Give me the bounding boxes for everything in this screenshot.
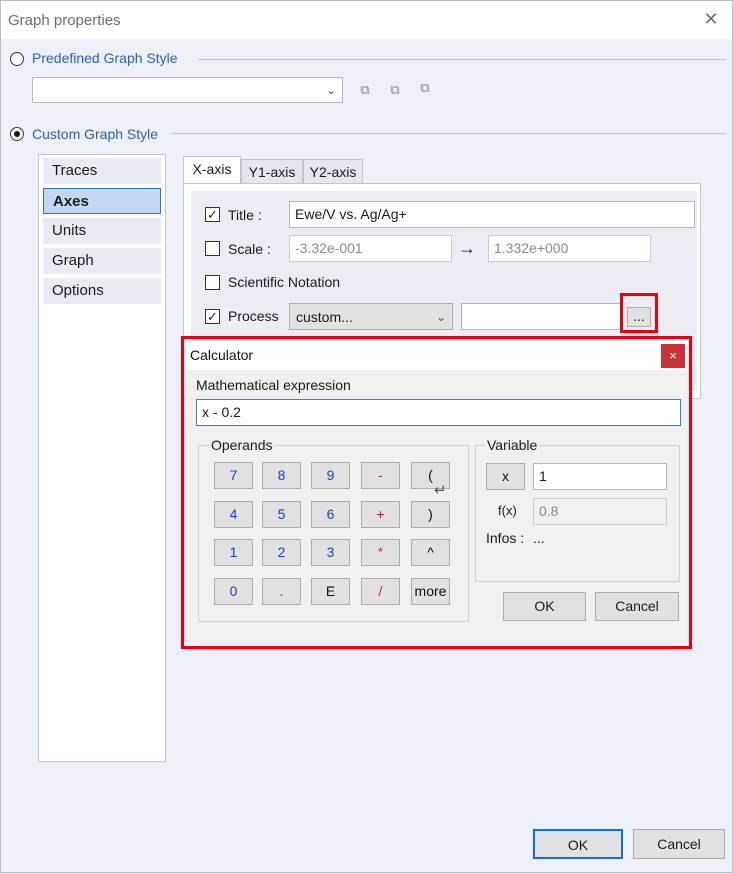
expression-input[interactable]: x - 0.2 bbox=[196, 399, 681, 426]
button-label: Cancel bbox=[657, 836, 701, 852]
scale-min-input[interactable]: -3.32e-001 bbox=[289, 235, 452, 262]
nav-item-label: Traces bbox=[52, 162, 98, 179]
custom-style-radio[interactable] bbox=[10, 127, 24, 141]
infos-label: Infos : bbox=[486, 530, 525, 546]
key-6[interactable]: 6 bbox=[311, 501, 350, 528]
key-multiply[interactable]: * bbox=[361, 539, 400, 566]
key-exponent[interactable]: E bbox=[311, 578, 350, 605]
scientific-notation-label: Scientific Notation bbox=[228, 274, 341, 290]
process-expression-input[interactable] bbox=[461, 303, 623, 330]
key-9[interactable]: 9 bbox=[311, 462, 350, 489]
key-more[interactable]: more bbox=[411, 578, 450, 605]
key-decimal[interactable]: . bbox=[262, 578, 301, 605]
title-checkbox[interactable]: ✓ bbox=[205, 207, 220, 222]
enter-icon: ↵ bbox=[434, 482, 447, 499]
key-5[interactable]: 5 bbox=[262, 501, 301, 528]
scale-max-input[interactable]: 1.332e+000 bbox=[488, 235, 651, 262]
key-0[interactable]: 0 bbox=[214, 578, 253, 605]
expression-label: Mathematical expression bbox=[196, 377, 351, 393]
nav-item-graph[interactable]: Graph bbox=[43, 248, 161, 274]
variable-value-input[interactable]: 1 bbox=[533, 463, 667, 490]
key-minus[interactable]: - bbox=[361, 462, 400, 489]
separator-line bbox=[171, 133, 726, 134]
key-close-paren[interactable]: ) bbox=[411, 501, 450, 528]
scale-label: Scale : bbox=[228, 241, 271, 257]
tab-label: Y1-axis bbox=[248, 164, 296, 180]
apply-style-icon[interactable]: ⧉ bbox=[415, 79, 435, 97]
nav-item-label: Options bbox=[52, 282, 104, 299]
nav-item-traces[interactable]: Traces bbox=[43, 158, 161, 184]
fx-value-field: 0.8 bbox=[533, 498, 667, 525]
scale-checkbox[interactable] bbox=[205, 241, 220, 256]
ok-button[interactable]: OK bbox=[533, 829, 623, 859]
arrow-right-icon: → bbox=[458, 238, 476, 258]
key-2[interactable]: 2 bbox=[262, 539, 301, 566]
key-plus[interactable]: + bbox=[361, 501, 400, 528]
operands-label: Operands bbox=[209, 437, 275, 453]
separator-line bbox=[198, 59, 726, 60]
check-icon: ✓ bbox=[207, 309, 218, 324]
key-7[interactable]: 7 bbox=[214, 462, 253, 489]
variable-x-button[interactable]: x bbox=[486, 463, 525, 490]
button-label: OK bbox=[567, 837, 589, 853]
key-8[interactable]: 8 bbox=[262, 462, 301, 489]
calculator-dialog: Calculator × Mathematical expression x -… bbox=[185, 340, 688, 645]
tab-y2-axis[interactable]: Y2-axis bbox=[303, 159, 363, 184]
cancel-button[interactable]: Cancel bbox=[633, 829, 725, 859]
title-input[interactable]: Ewe/V vs. Ag/Ag+ bbox=[289, 201, 695, 228]
ellipsis-label: ... bbox=[633, 308, 645, 324]
predefined-style-radio[interactable] bbox=[10, 52, 24, 66]
process-label: Process bbox=[228, 308, 279, 324]
chevron-down-icon: ⌄ bbox=[435, 309, 446, 324]
calculator-cancel-button[interactable]: Cancel bbox=[595, 592, 679, 621]
nav-item-label: Units bbox=[52, 222, 87, 239]
scientific-notation-checkbox[interactable] bbox=[205, 275, 220, 290]
title-label: Title : bbox=[228, 207, 262, 223]
process-select-value: custom... bbox=[296, 309, 353, 325]
nav-item-label: Graph bbox=[52, 252, 94, 269]
key-3[interactable]: 3 bbox=[311, 539, 350, 566]
infos-value: ... bbox=[533, 530, 545, 546]
nav-item-units[interactable]: Units bbox=[43, 218, 161, 244]
check-icon: ✓ bbox=[207, 207, 218, 222]
tab-label: X-axis bbox=[192, 161, 232, 177]
nav-item-options[interactable]: Options bbox=[43, 278, 161, 304]
graph-properties-dialog: Graph properties ✕ Predefined Graph Styl… bbox=[0, 0, 733, 873]
nav-item-label: Axes bbox=[53, 193, 89, 210]
tab-x-axis[interactable]: X-axis bbox=[183, 156, 241, 184]
close-icon[interactable]: × bbox=[661, 344, 685, 368]
custom-style-label[interactable]: Custom Graph Style bbox=[32, 126, 158, 142]
variable-label: Variable bbox=[485, 437, 540, 453]
calculator-title-bar: Calculator × bbox=[185, 340, 688, 370]
add-style-icon[interactable]: ⧉ bbox=[355, 81, 375, 99]
close-icon[interactable]: ✕ bbox=[701, 9, 721, 29]
button-label: Cancel bbox=[615, 598, 659, 614]
edit-style-icon[interactable]: ⧉ bbox=[385, 81, 405, 99]
process-browse-button[interactable]: ... bbox=[627, 307, 651, 327]
key-divide[interactable]: / bbox=[361, 578, 400, 605]
calculator-ok-button[interactable]: OK bbox=[503, 592, 586, 621]
dialog-title: Graph properties bbox=[8, 12, 121, 29]
button-label: OK bbox=[534, 598, 555, 614]
predefined-style-label[interactable]: Predefined Graph Style bbox=[32, 50, 178, 66]
key-power[interactable]: ^ bbox=[411, 539, 450, 566]
title-bar: Graph properties ✕ bbox=[1, 1, 732, 39]
chevron-down-icon: ⌄ bbox=[325, 83, 336, 97]
tab-y1-axis[interactable]: Y1-axis bbox=[241, 159, 303, 184]
key-4[interactable]: 4 bbox=[214, 501, 253, 528]
tab-label: Y2-axis bbox=[309, 164, 357, 180]
process-checkbox[interactable]: ✓ bbox=[205, 309, 220, 324]
fx-label: f(x) bbox=[498, 503, 517, 518]
calculator-title: Calculator bbox=[190, 347, 254, 363]
nav-item-axes[interactable]: Axes bbox=[43, 188, 161, 214]
predefined-style-select[interactable]: ⌄ bbox=[32, 77, 343, 103]
process-select[interactable]: custom... ⌄ bbox=[289, 303, 453, 330]
key-1[interactable]: 1 bbox=[214, 539, 253, 566]
category-list: Traces Axes Units Graph Options bbox=[38, 154, 166, 762]
